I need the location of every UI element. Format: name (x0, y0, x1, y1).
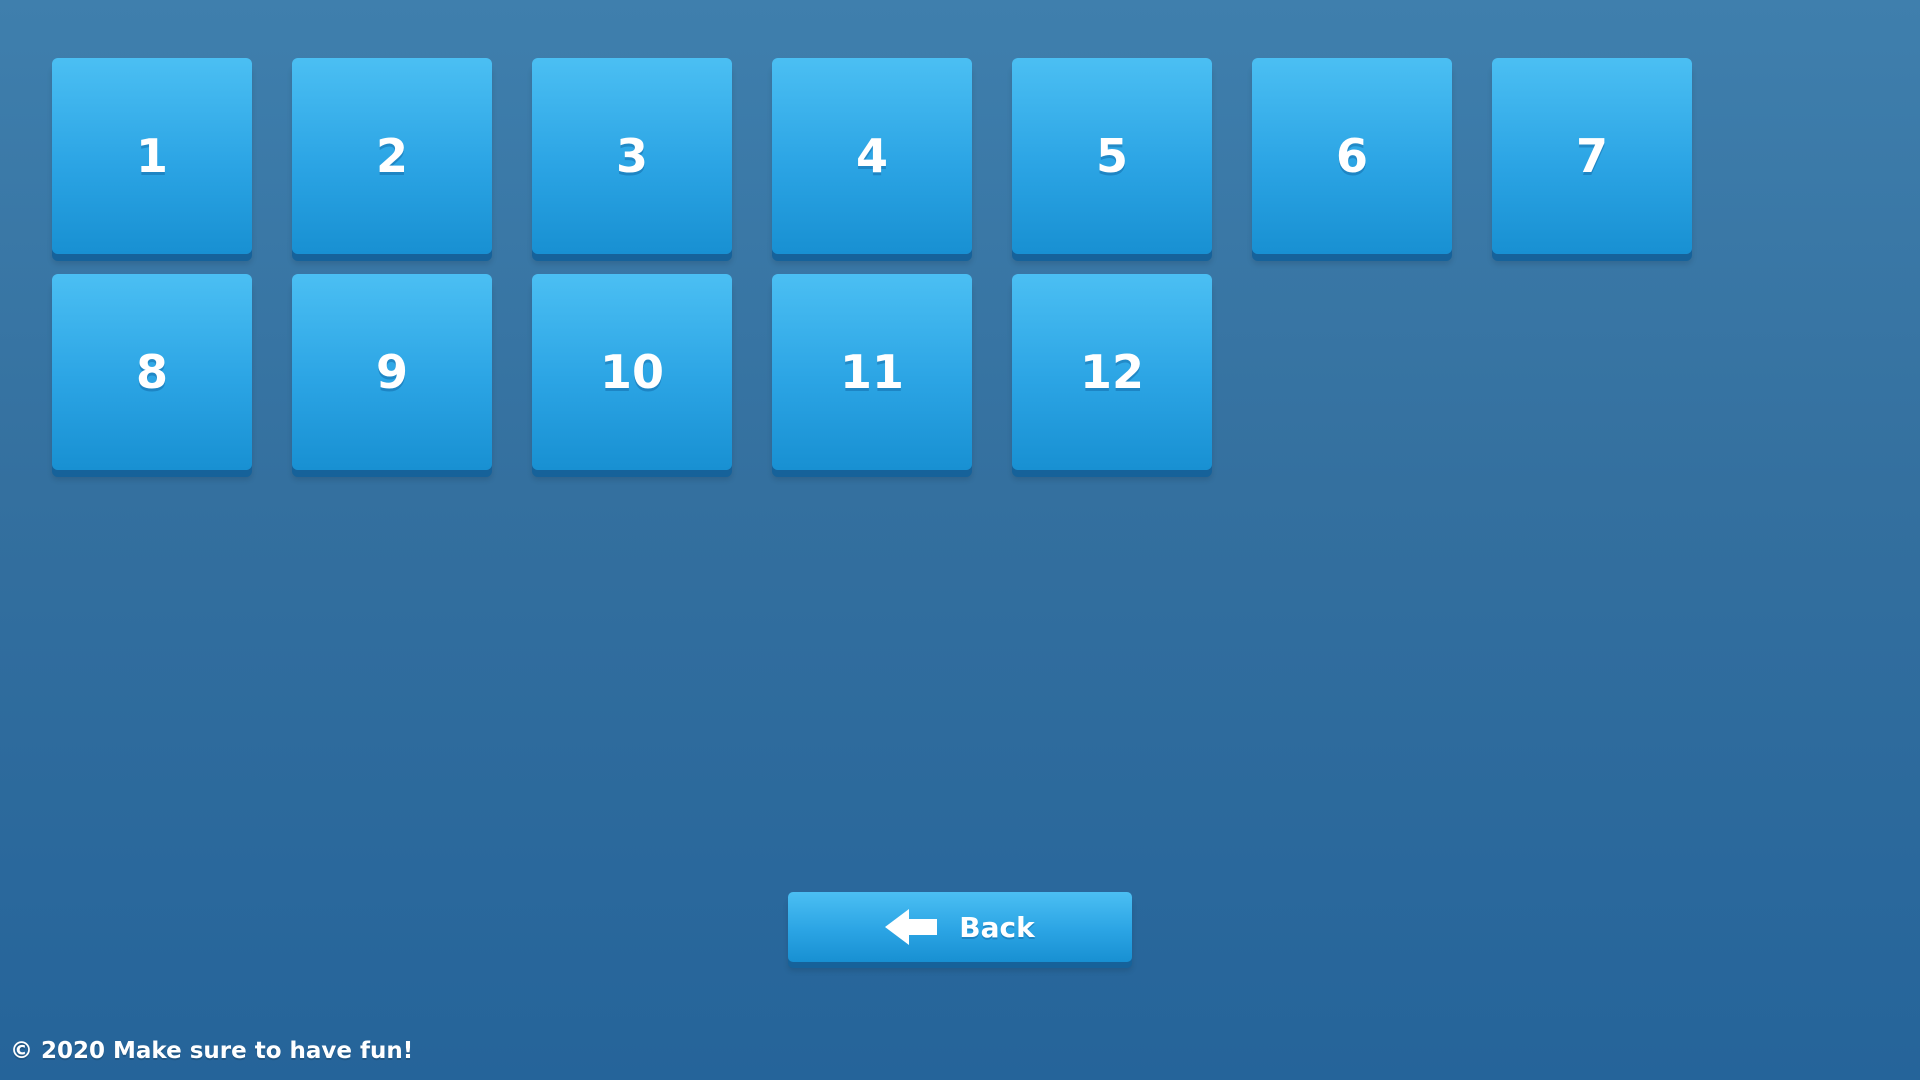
level-select-screen: 1 2 3 4 5 6 7 8 9 10 11 12 Back © 2020 M… (0, 0, 1920, 1080)
back-button[interactable]: Back (788, 892, 1132, 962)
level-row-1: 1 2 3 4 5 6 7 (52, 58, 1692, 254)
level-4-button[interactable]: 4 (772, 58, 972, 254)
level-1-button[interactable]: 1 (52, 58, 252, 254)
level-6-button[interactable]: 6 (1252, 58, 1452, 254)
level-9-button[interactable]: 9 (292, 274, 492, 470)
level-3-button[interactable]: 3 (532, 58, 732, 254)
level-12-button[interactable]: 12 (1012, 274, 1212, 470)
back-button-label: Back (959, 910, 1035, 944)
level-8-button[interactable]: 8 (52, 274, 252, 470)
level-10-button[interactable]: 10 (532, 274, 732, 470)
level-2-button[interactable]: 2 (292, 58, 492, 254)
copyright-footer: © 2020 Make sure to have fun! (10, 1038, 414, 1064)
arrow-left-icon (885, 909, 938, 945)
level-grid: 1 2 3 4 5 6 7 8 9 10 11 12 (52, 58, 1692, 490)
level-row-2: 8 9 10 11 12 (52, 274, 1692, 470)
level-7-button[interactable]: 7 (1492, 58, 1692, 254)
level-11-button[interactable]: 11 (772, 274, 972, 470)
level-5-button[interactable]: 5 (1012, 58, 1212, 254)
